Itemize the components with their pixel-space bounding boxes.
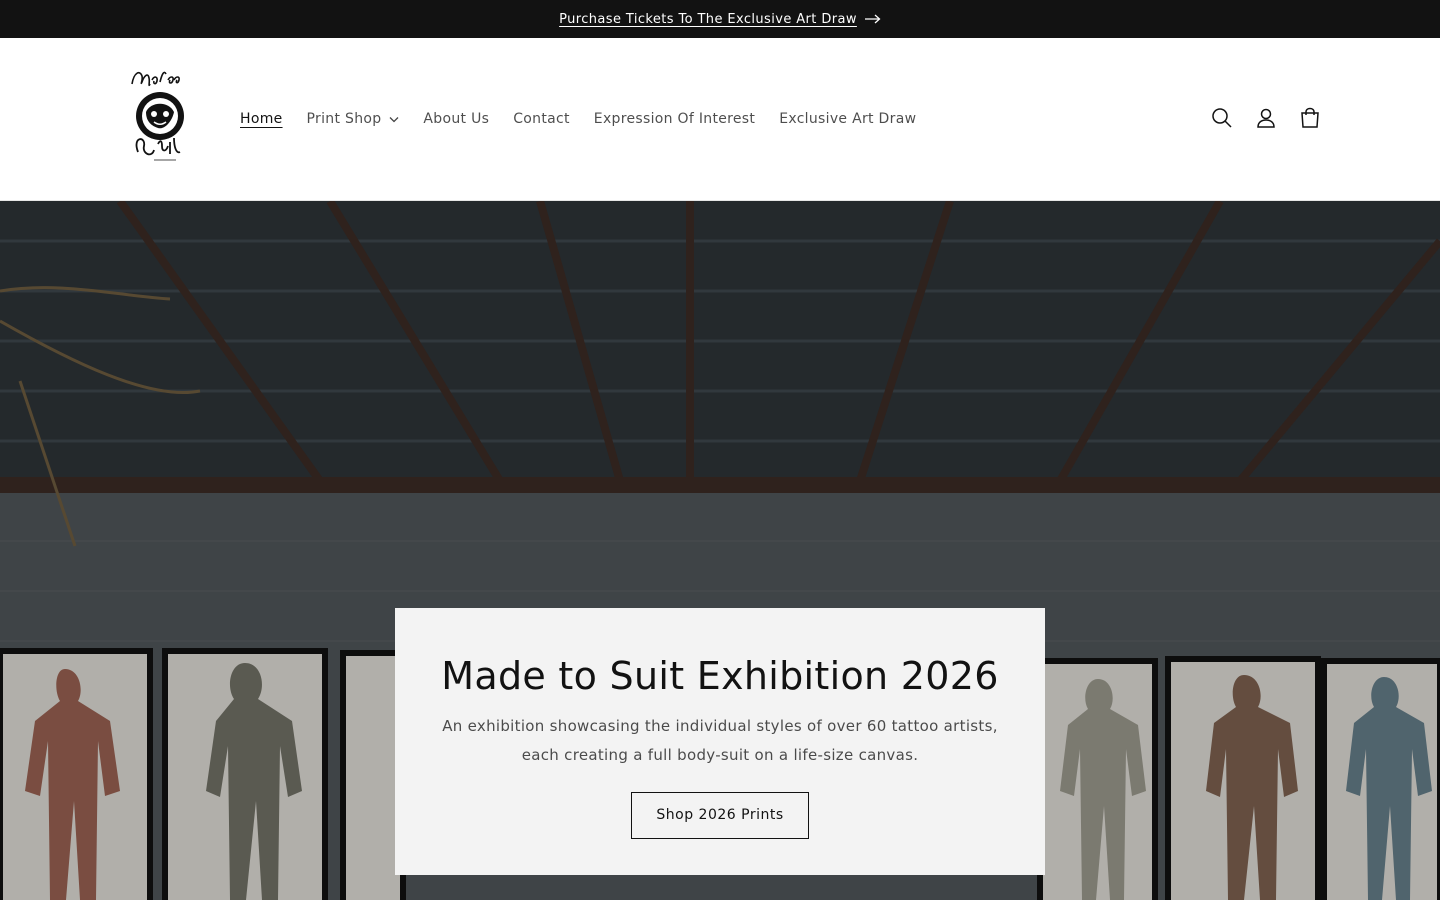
chevron-down-icon <box>389 116 399 122</box>
nav-contact-label: Contact <box>513 111 570 127</box>
nav-exclusive-art-draw-label: Exclusive Art Draw <box>779 111 917 127</box>
hero-content-box: Made to Suit Exhibition 2026 An exhibiti… <box>395 608 1045 875</box>
logo[interactable] <box>124 66 194 170</box>
nav-expression-of-interest-label: Expression Of Interest <box>593 111 756 127</box>
nav-home-label: Home <box>240 111 283 127</box>
nav-print-shop[interactable]: Print Shop <box>295 107 412 131</box>
shop-prints-button[interactable]: Shop 2026 Prints <box>631 792 809 839</box>
nav-expression-of-interest[interactable]: Expression Of Interest <box>582 107 767 131</box>
announcement-text: Purchase Tickets To The Exclusive Art Dr… <box>559 11 857 27</box>
cart-icon <box>1301 107 1319 128</box>
announcement-link[interactable]: Purchase Tickets To The Exclusive Art Dr… <box>559 12 881 27</box>
nav-about-us[interactable]: About Us <box>411 107 501 131</box>
arrow-right-icon <box>864 14 881 24</box>
nav-about-us-label: About Us <box>423 111 490 127</box>
search-button[interactable] <box>1200 96 1244 140</box>
account-button[interactable] <box>1244 96 1288 140</box>
main-nav: Home Print Shop About Us Contact Express… <box>228 104 928 134</box>
search-icon <box>1212 108 1232 128</box>
header-icons <box>1200 96 1332 140</box>
site-header: Home Print Shop About Us Contact Express… <box>0 38 1440 201</box>
cart-button[interactable] <box>1288 96 1332 140</box>
hero-banner: Made to Suit Exhibition 2026 An exhibiti… <box>0 201 1440 900</box>
account-icon <box>1257 108 1275 128</box>
hero-title: Made to Suit Exhibition 2026 <box>441 654 999 698</box>
nav-print-shop-label: Print Shop <box>306 111 382 127</box>
nav-home[interactable]: Home <box>228 107 295 131</box>
hero-description: An exhibition showcasing the individual … <box>442 717 998 764</box>
nav-exclusive-art-draw[interactable]: Exclusive Art Draw <box>767 107 928 131</box>
nav-contact[interactable]: Contact <box>501 107 582 131</box>
announcement-bar: Purchase Tickets To The Exclusive Art Dr… <box>0 0 1440 38</box>
